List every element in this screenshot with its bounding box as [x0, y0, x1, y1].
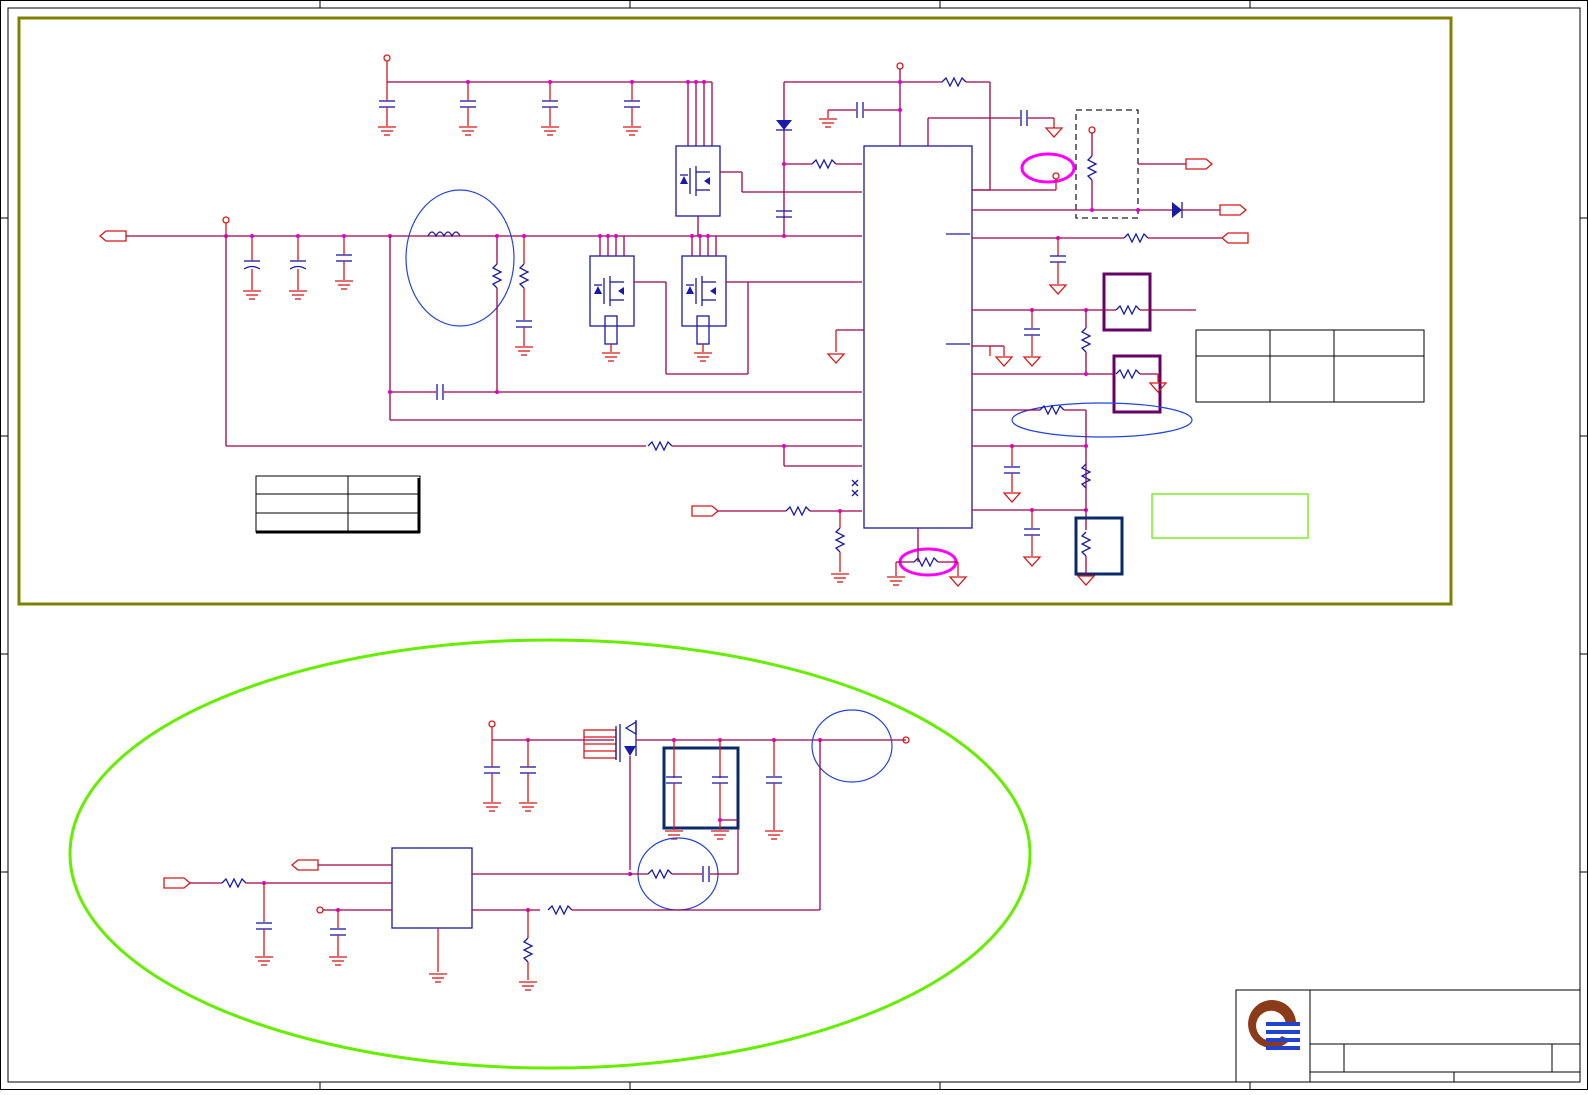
- dashed-option-box: [1075, 109, 1139, 219]
- lower-circuit: [163, 709, 910, 991]
- inductor-highlight-ellipse: [405, 189, 515, 327]
- output-cap-box: [662, 746, 740, 830]
- controller-ic: [863, 145, 973, 529]
- magenta-highlight-top: [1020, 152, 1076, 184]
- info-table-left: [255, 475, 421, 534]
- output-highlight-circle: [811, 709, 893, 783]
- linear-controller-ic: [391, 847, 473, 929]
- title-block: [1235, 989, 1581, 1083]
- schematic-sheet: [0, 0, 1588, 1090]
- info-table-right: [1195, 329, 1425, 403]
- note-box: [1151, 493, 1309, 539]
- upper-circuit: [99, 54, 1425, 587]
- company-logo-icon: [1248, 1000, 1300, 1050]
- navy-box: [1074, 516, 1124, 576]
- purple-box-1: [1102, 272, 1152, 332]
- lower-block-highlight: [68, 638, 1032, 1070]
- blue-highlight-ellipse: [1011, 402, 1193, 438]
- upper-block-frame: [17, 16, 1453, 606]
